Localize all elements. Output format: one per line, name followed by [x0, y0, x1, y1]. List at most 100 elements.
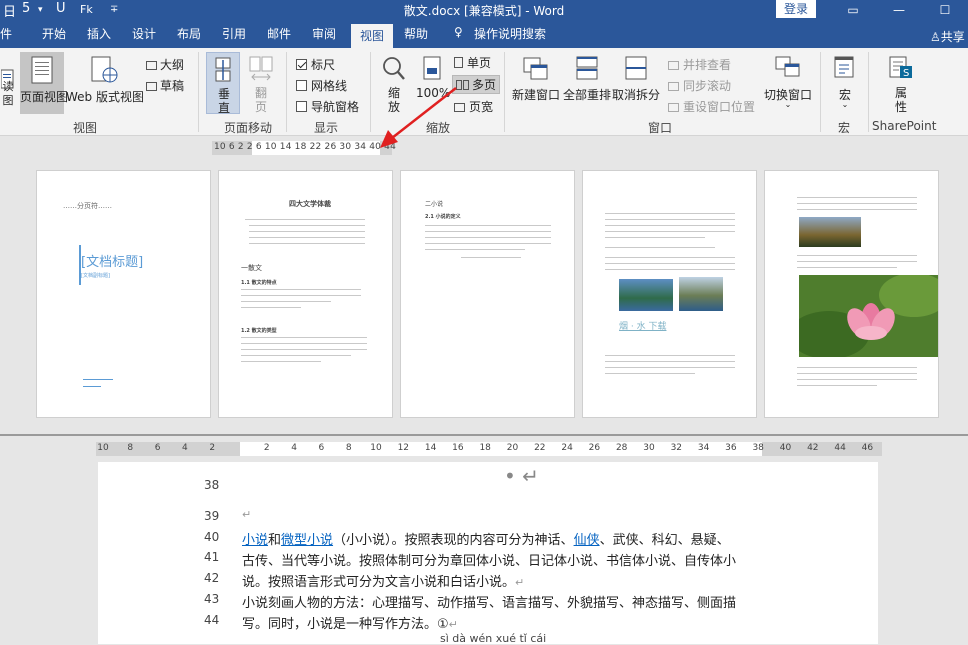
document-line[interactable]: 古传、当代等小说。按照体制可分为章回体小说、日记体小说、书信体小说、自传体小 [242, 550, 736, 569]
ruler-tick-label: 8 [345, 443, 352, 453]
author-line [83, 379, 113, 380]
text-line [797, 379, 917, 380]
ruler-tick-label: 16 [452, 443, 464, 453]
line-number: 38 [204, 478, 220, 492]
text-line [797, 267, 897, 268]
toc-line [249, 237, 365, 238]
ruler-tick-label: 36 [725, 443, 737, 453]
text-line [241, 289, 361, 290]
text-line [605, 361, 735, 362]
text-line [241, 355, 351, 356]
text-line [797, 373, 917, 374]
ruler-tick-label: 6 [318, 443, 325, 453]
toc-line [245, 219, 365, 220]
ruler-tick-label: 18 [479, 443, 491, 453]
text-line [605, 257, 735, 258]
paragraph-mark: ↵ [448, 618, 458, 631]
page-thumbnail-2[interactable]: 四大文学体裁 一散文 1.1 散文的特点 1.2 散文的类型 [218, 170, 393, 418]
page-thumbnail-1[interactable]: ……分页符…… [文档标题] [文档副标题] [36, 170, 211, 418]
ruler-tick-label: 8 [127, 443, 134, 453]
document-line[interactable]: 说。按照语言形式可分为文言小说和白话小说。↵ [242, 571, 524, 590]
ruler-tick-label: 42 [807, 443, 819, 453]
ruler-tick-label: 2 [263, 443, 270, 453]
document-line[interactable]: 写。同时，小说是一种写作方法。①↵ [242, 613, 458, 632]
hyperlink[interactable]: 微型小说 [281, 533, 333, 548]
ruler-tick-label: 2 [209, 443, 216, 453]
text-line [797, 203, 917, 204]
line-number: 40 [204, 530, 220, 544]
text-line [241, 349, 367, 350]
document-line[interactable]: 小说和微型小说（小小说）。按照表现的内容可分为神话、仙侠、武侠、科幻、悬疑、 [242, 529, 730, 548]
text-run: 小说刻画人物的方法：心理描写、动作描写、语言描写、外貌描写、神态描写、侧面描 [242, 596, 737, 611]
ruler-tick-label: 24 [561, 443, 573, 453]
toc-line [249, 243, 365, 244]
text-line [797, 261, 917, 262]
paragraph-mark: ↵ [242, 508, 252, 521]
ruler-tick-label: 28 [615, 443, 628, 453]
hyperlink[interactable]: 小说 [242, 533, 268, 548]
ruler-tick-label: 26 [588, 443, 601, 453]
line-number: 39 [204, 509, 220, 523]
text-line [425, 225, 551, 226]
toc-line [249, 225, 365, 226]
lotus-image [799, 275, 938, 357]
section-heading: 一散文 [241, 264, 262, 272]
ruler-tick-label: 10 [97, 443, 109, 453]
ruler-tick-label: 22 [534, 443, 546, 453]
window-split-bar[interactable] [0, 434, 968, 436]
text-line [605, 269, 735, 270]
document-area[interactable]: • ↵ 38 39 ↵ 40 41 42 43 44 小说和微型小说（小小说）。… [98, 462, 878, 645]
text-line [425, 237, 551, 238]
line-number: 44 [204, 613, 220, 627]
text-line [605, 231, 735, 232]
ruler-tick-label: 12 [397, 443, 410, 453]
ruler-tick-label: 32 [670, 443, 683, 453]
horizontal-ruler-bottom[interactable]: 10 8 6 4 2 2 4 6 8 10 12 14 16 18 20 22 24 26 28 30 32 34 36 38… [96, 442, 882, 456]
ruler-tick-label: 14 [424, 443, 437, 453]
mountain-image [679, 277, 723, 311]
lake-image [619, 279, 673, 311]
ruler-tick-label: 30 [643, 443, 655, 453]
text-run: 古传、当代等小说。按照体制可分为章回体小说、日记体小说、书信体小说、自传体小 [242, 554, 737, 569]
text-run: （小小说）。按照表现的内容可分为神话、 [333, 533, 574, 548]
document-line[interactable]: 小说刻画人物的方法：心理描写、动作描写、语言描写、外貌描写、神态描写、侧面描 [242, 592, 736, 611]
text-line [605, 263, 735, 264]
hyperlink[interactable]: 仙侠 [574, 533, 600, 548]
ruler-tick-label: 38 [752, 443, 764, 453]
ruler-tick-label: 4 [291, 443, 297, 453]
line-number: 41 [204, 550, 220, 564]
ruler-tick-label: 6 [154, 443, 161, 453]
paragraph-mark: ↵ [515, 576, 525, 589]
page-title: 四大文学体裁 [289, 200, 331, 208]
ruler-tick-label: 40 [779, 443, 792, 453]
line-number: 43 [204, 592, 220, 606]
text-line [797, 209, 917, 210]
text-line [605, 367, 735, 368]
page-break-marker: ……分页符…… [63, 202, 112, 210]
autumn-image [799, 217, 861, 247]
ruler-tick-label: 20 [506, 443, 519, 453]
text-line [425, 231, 551, 232]
date-line [83, 386, 101, 387]
text-line [605, 373, 695, 374]
text-run: 和 [268, 533, 282, 548]
page-thumbnail-4[interactable]: 烟 · 水 下载 [582, 170, 757, 418]
doc-title-placeholder: [文档标题] [81, 255, 144, 270]
subheading: 1.1 散文的特点 [241, 280, 277, 286]
text-line [241, 307, 301, 308]
text-line [797, 385, 877, 386]
page-thumbnail-3[interactable]: 二小说 2.1 小说的定义 [400, 170, 575, 418]
text-run: 、武侠、科幻、悬疑、 [599, 533, 730, 548]
text-line [605, 219, 735, 220]
text-line [461, 257, 521, 258]
text-line [605, 225, 735, 226]
doc-subtitle-placeholder: [文档副标题] [81, 273, 110, 279]
pinyin-annotation: sì dà wén xué tǐ cái [440, 632, 547, 645]
text-line [425, 249, 525, 250]
page-thumbnail-5[interactable] [764, 170, 939, 418]
text-line [425, 243, 551, 244]
chapter-heading: 二小说 [425, 201, 444, 208]
subheading: 2.1 小说的定义 [425, 214, 461, 220]
text-line [241, 295, 361, 296]
text-line [241, 301, 331, 302]
